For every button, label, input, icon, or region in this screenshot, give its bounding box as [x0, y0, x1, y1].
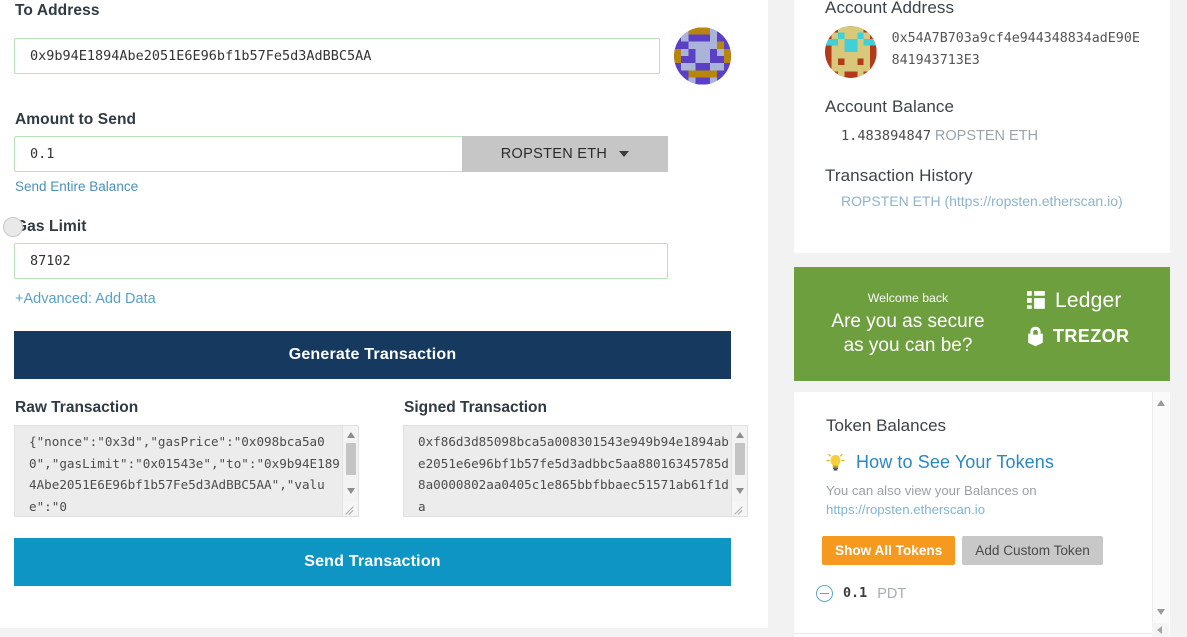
transaction-output-row: Raw Transaction {"nonce":"0x3d","gasPric… — [14, 399, 748, 517]
account-balance-value: 1.483894847 — [841, 128, 932, 144]
send-transaction-label: Send Transaction — [304, 553, 441, 570]
trezor-lock-icon — [1028, 326, 1043, 346]
scroll-down-arrow-icon[interactable] — [1157, 609, 1165, 615]
scrollbar-thumb[interactable] — [735, 443, 745, 475]
signed-transaction-textarea[interactable]: 0xf86d3d85098bca5a008301543e949b94e1894a… — [403, 425, 748, 517]
scrollbar-thumb[interactable] — [346, 443, 356, 475]
raw-transaction-group: Raw Transaction {"nonce":"0x3d","gasPric… — [14, 399, 359, 517]
ledger-brand-label: Ledger — [1055, 288, 1122, 312]
account-address-row: 0x54A7B703a9cf4e944348834adE90E841943713… — [825, 26, 1140, 78]
generate-transaction-button[interactable]: Generate Transaction — [14, 331, 731, 379]
amount-label: Amount to Send — [15, 111, 137, 128]
account-balance-unit: ROPSTEN ETH — [934, 128, 1039, 144]
transaction-history-label: Transaction History — [825, 166, 973, 185]
add-custom-token-button[interactable]: Add Custom Token — [962, 536, 1103, 565]
panel-bottom-divider — [794, 633, 1154, 634]
amount-input[interactable] — [14, 136, 462, 172]
to-address-field-group: To Address — [14, 2, 731, 85]
raw-transaction-label: Raw Transaction — [15, 399, 139, 416]
promo-headline-line1: Are you as secure — [831, 310, 985, 332]
token-amount: 0.1 — [843, 586, 868, 601]
to-address-label: To Address — [15, 2, 100, 19]
account-address-value: 0x54A7B703a9cf4e944348834adE90E841943713… — [891, 31, 1140, 68]
gas-limit-field-group: Gas Limit +Advanced: Add Data — [3, 217, 731, 308]
trezor-brand-label: TREZOR — [1053, 325, 1130, 346]
scroll-up-arrow-icon[interactable] — [736, 432, 744, 438]
scroll-down-arrow-icon[interactable] — [347, 488, 355, 494]
amount-field-group: Amount to Send ROPSTEN ETH Send Entire B… — [14, 111, 731, 196]
lightbulb-icon — [826, 453, 845, 471]
account-address-label: Account Address — [825, 0, 955, 17]
promo-kicker: Welcome back — [867, 290, 949, 305]
gas-limit-help-icon[interactable] — [3, 217, 23, 237]
token-balances-title: Token Balances — [826, 416, 947, 435]
to-address-identicon — [673, 27, 731, 85]
signed-transaction-group: Signed Transaction 0xf86d3d85098bca5a008… — [403, 399, 748, 517]
gas-limit-input[interactable] — [14, 243, 668, 279]
currency-unit-label: ROPSTEN ETH — [500, 146, 608, 162]
remove-token-icon[interactable] — [816, 585, 833, 602]
token-note-url[interactable]: https://ropsten.etherscan.io — [826, 500, 1144, 519]
scroll-up-arrow-icon[interactable] — [347, 432, 355, 438]
trezor-brand-row[interactable]: TREZOR — [1027, 326, 1170, 347]
scroll-up-arrow-icon[interactable] — [1157, 400, 1165, 406]
token-balances-card: Token Balances How to See Your Tokens Yo… — [794, 392, 1170, 637]
send-entire-balance-link[interactable]: Send Entire Balance — [15, 179, 138, 194]
raw-transaction-textarea[interactable]: {"nonce":"0x3d","gasPrice":"0x098bca5a00… — [14, 425, 359, 517]
token-symbol: PDT — [877, 585, 907, 602]
promo-text-block: Welcome back Are you as secure as you ca… — [794, 291, 1022, 358]
mycrypto-send-transaction-screen: To Address 0x9b94E1894Abe2051E6E96bf1b57… — [0, 0, 1187, 637]
send-transaction-form-panel: To Address 0x9b94E1894Abe2051E6E96bf1b57… — [0, 0, 768, 628]
chevron-down-icon — [619, 151, 630, 157]
send-transaction-button[interactable]: Send Transaction — [14, 538, 731, 586]
generate-transaction-label: Generate Transaction — [288, 346, 457, 363]
account-identicon — [825, 26, 877, 78]
token-panel-scrollbar[interactable] — [1152, 392, 1169, 637]
resize-grip-icon[interactable] — [343, 501, 357, 515]
promo-headline-line2: as you can be? — [843, 334, 973, 356]
account-balance-label: Account Balance — [825, 97, 955, 116]
horizontal-scroll-arrow-icon[interactable] — [1152, 623, 1169, 637]
to-address-input[interactable] — [14, 38, 660, 74]
scroll-down-arrow-icon[interactable] — [736, 488, 744, 494]
account-balance-row: 1.483894847 ROPSTEN ETH — [841, 127, 1140, 144]
how-to-see-tokens-row[interactable]: How to See Your Tokens — [826, 452, 1144, 473]
token-action-buttons: Show All Tokens Add Custom Token — [822, 536, 1144, 565]
token-note-text: You can also view your Balances on — [826, 483, 1037, 498]
how-to-see-tokens-link[interactable]: How to See Your Tokens — [856, 452, 1054, 473]
signed-transaction-value: 0xf86d3d85098bca5a008301543e949b94e1894a… — [418, 434, 729, 514]
advanced-add-data-link[interactable]: +Advanced: Add Data — [15, 291, 156, 307]
resize-grip-icon[interactable] — [732, 501, 746, 515]
promo-brands-block: Ledger TREZOR — [1022, 289, 1170, 360]
show-all-tokens-button[interactable]: Show All Tokens — [822, 536, 956, 565]
ledger-logo-icon — [1027, 291, 1045, 309]
raw-transaction-value: {"nonce":"0x3d","gasPrice":"0x098bca5a00… — [29, 434, 340, 514]
gas-limit-label: Gas Limit — [15, 218, 87, 235]
token-list-item: 0.1 PDT — [816, 585, 1144, 602]
transaction-history-link[interactable]: ROPSTEN ETH (https://ropsten.etherscan.i… — [841, 190, 1141, 212]
hardware-wallet-promo-banner[interactable]: Welcome back Are you as secure as you ca… — [794, 267, 1170, 381]
currency-unit-dropdown[interactable]: ROPSTEN ETH — [462, 136, 668, 172]
signed-transaction-label: Signed Transaction — [404, 399, 547, 416]
account-info-card: Account Address 0x54A7B703a9cf4e94434883… — [794, 0, 1170, 253]
ledger-brand-row[interactable]: Ledger — [1027, 289, 1170, 313]
